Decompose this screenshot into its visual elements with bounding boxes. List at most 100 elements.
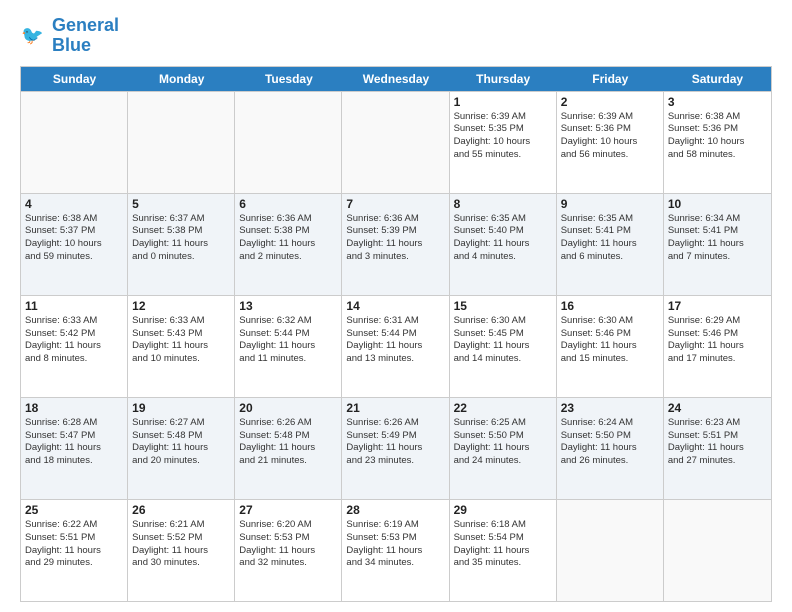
cell-info-line: Sunrise: 6:36 AM: [346, 213, 444, 226]
cell-info-line: and 14 minutes.: [454, 353, 552, 366]
day-number: 6: [239, 197, 337, 211]
cell-info-line: Sunrise: 6:29 AM: [668, 315, 767, 328]
day-cell-6: 6Sunrise: 6:36 AMSunset: 5:38 PMDaylight…: [235, 194, 342, 295]
cell-info-line: and 8 minutes.: [25, 353, 123, 366]
cell-info-line: and 58 minutes.: [668, 149, 767, 162]
cell-info-line: Daylight: 10 hours: [561, 136, 659, 149]
cell-info-line: Sunset: 5:51 PM: [668, 430, 767, 443]
day-cell-14: 14Sunrise: 6:31 AMSunset: 5:44 PMDayligh…: [342, 296, 449, 397]
calendar-row-2: 11Sunrise: 6:33 AMSunset: 5:42 PMDayligh…: [21, 295, 771, 397]
calendar-body: 1Sunrise: 6:39 AMSunset: 5:35 PMDaylight…: [21, 91, 771, 601]
cell-info-line: Daylight: 11 hours: [132, 238, 230, 251]
cell-info-line: Sunrise: 6:22 AM: [25, 519, 123, 532]
cell-info-line: and 18 minutes.: [25, 455, 123, 468]
day-number: 29: [454, 503, 552, 517]
cell-info-line: and 3 minutes.: [346, 251, 444, 264]
day-number: 1: [454, 95, 552, 109]
day-cell-9: 9Sunrise: 6:35 AMSunset: 5:41 PMDaylight…: [557, 194, 664, 295]
cell-info-line: Sunset: 5:36 PM: [668, 123, 767, 136]
day-of-week-thursday: Thursday: [450, 67, 557, 91]
day-cell-10: 10Sunrise: 6:34 AMSunset: 5:41 PMDayligh…: [664, 194, 771, 295]
day-cell-17: 17 Sunrise: 6:29 AMSunset: 5:46 PMDayligh…: [664, 296, 771, 397]
day-cell-28: 28Sunrise: 6:19 AMSunset: 5:53 PMDayligh…: [342, 500, 449, 601]
cell-info-line: Sunrise: 6:24 AM: [561, 417, 659, 430]
cell-info-line: and 24 minutes.: [454, 455, 552, 468]
svg-text:🐦: 🐦: [21, 25, 44, 45]
cell-info-line: Sunset: 5:53 PM: [239, 532, 337, 545]
cell-info-line: and 26 minutes.: [561, 455, 659, 468]
cell-info-line: Sunset: 5:46 PM: [668, 328, 767, 341]
calendar: SundayMondayTuesdayWednesdayThursdayFrid…: [20, 66, 772, 602]
cell-info-line: and 13 minutes.: [346, 353, 444, 366]
cell-info-line: Sunrise: 6:20 AM: [239, 519, 337, 532]
cell-info-line: and 27 minutes.: [668, 455, 767, 468]
day-of-week-tuesday: Tuesday: [235, 67, 342, 91]
day-number: 23: [561, 401, 659, 415]
day-of-week-monday: Monday: [128, 67, 235, 91]
day-cell-7: 7Sunrise: 6:36 AMSunset: 5:39 PMDaylight…: [342, 194, 449, 295]
cell-info-line: Sunrise: 6:34 AM: [668, 213, 767, 226]
cell-info-line: Daylight: 11 hours: [239, 545, 337, 558]
cell-info-line: Daylight: 11 hours: [25, 442, 123, 455]
empty-cell: [128, 92, 235, 193]
calendar-row-1: 4Sunrise: 6:38 AMSunset: 5:37 PMDaylight…: [21, 193, 771, 295]
day-number: 22: [454, 401, 552, 415]
empty-cell: [21, 92, 128, 193]
cell-info-line: and 29 minutes.: [25, 557, 123, 570]
day-number: 12: [132, 299, 230, 313]
day-number: 28: [346, 503, 444, 517]
cell-info-line: and 11 minutes.: [239, 353, 337, 366]
day-cell-21: 21Sunrise: 6:26 AMSunset: 5:49 PMDayligh…: [342, 398, 449, 499]
day-number: 26: [132, 503, 230, 517]
cell-info-line: Sunrise: 6:39 AM: [561, 111, 659, 124]
cell-info-line: Daylight: 11 hours: [454, 238, 552, 251]
empty-cell: [235, 92, 342, 193]
cell-info-line: and 23 minutes.: [346, 455, 444, 468]
cell-info-line: Sunset: 5:41 PM: [668, 225, 767, 238]
cell-info-line: Sunrise: 6:18 AM: [454, 519, 552, 532]
cell-info-line: Sunrise: 6:35 AM: [454, 213, 552, 226]
day-number: 13: [239, 299, 337, 313]
cell-info-line: Sunset: 5:52 PM: [132, 532, 230, 545]
cell-info-line: Sunset: 5:36 PM: [561, 123, 659, 136]
cell-info-line: Sunrise: 6:37 AM: [132, 213, 230, 226]
cell-info-line: Daylight: 11 hours: [561, 238, 659, 251]
cell-info-line: Sunset: 5:51 PM: [25, 532, 123, 545]
day-cell-25: 25Sunrise: 6:22 AMSunset: 5:51 PMDayligh…: [21, 500, 128, 601]
cell-info-line: and 35 minutes.: [454, 557, 552, 570]
empty-cell: [664, 500, 771, 601]
cell-info-line: Daylight: 11 hours: [25, 340, 123, 353]
day-number: 10: [668, 197, 767, 211]
cell-info-line: Daylight: 11 hours: [346, 238, 444, 251]
cell-info-line: Sunset: 5:44 PM: [239, 328, 337, 341]
cell-info-line: Sunset: 5:49 PM: [346, 430, 444, 443]
cell-info-line: and 2 minutes.: [239, 251, 337, 264]
logo: 🐦 General Blue: [20, 16, 119, 56]
cell-info-line: Sunrise: 6:33 AM: [132, 315, 230, 328]
day-cell-16: 16Sunrise: 6:30 AMSunset: 5:46 PMDayligh…: [557, 296, 664, 397]
day-of-week-friday: Friday: [557, 67, 664, 91]
cell-info-line: Sunrise: 6:23 AM: [668, 417, 767, 430]
cell-info-line: Daylight: 11 hours: [132, 545, 230, 558]
calendar-row-3: 18Sunrise: 6:28 AMSunset: 5:47 PMDayligh…: [21, 397, 771, 499]
cell-info-line: and 34 minutes.: [346, 557, 444, 570]
day-number: 15: [454, 299, 552, 313]
day-number: 25: [25, 503, 123, 517]
day-cell-13: 13Sunrise: 6:32 AMSunset: 5:44 PMDayligh…: [235, 296, 342, 397]
day-number: 21: [346, 401, 444, 415]
cell-info-line: Sunrise: 6:32 AM: [239, 315, 337, 328]
day-number: 3: [668, 95, 767, 109]
cell-info-line: Sunrise: 6:36 AM: [239, 213, 337, 226]
cell-info-line: Daylight: 11 hours: [239, 442, 337, 455]
day-number: 17: [668, 299, 767, 313]
day-number: 19: [132, 401, 230, 415]
cell-info-line: Sunset: 5:44 PM: [346, 328, 444, 341]
cell-info-line: Daylight: 11 hours: [668, 340, 767, 353]
day-cell-2: 2Sunrise: 6:39 AMSunset: 5:36 PMDaylight…: [557, 92, 664, 193]
cell-info-line: Sunrise: 6:25 AM: [454, 417, 552, 430]
empty-cell: [557, 500, 664, 601]
cell-info-line: Sunrise: 6:19 AM: [346, 519, 444, 532]
cell-info-line: Sunrise: 6:26 AM: [346, 417, 444, 430]
cell-info-line: Sunset: 5:39 PM: [346, 225, 444, 238]
day-cell-1: 1Sunrise: 6:39 AMSunset: 5:35 PMDaylight…: [450, 92, 557, 193]
